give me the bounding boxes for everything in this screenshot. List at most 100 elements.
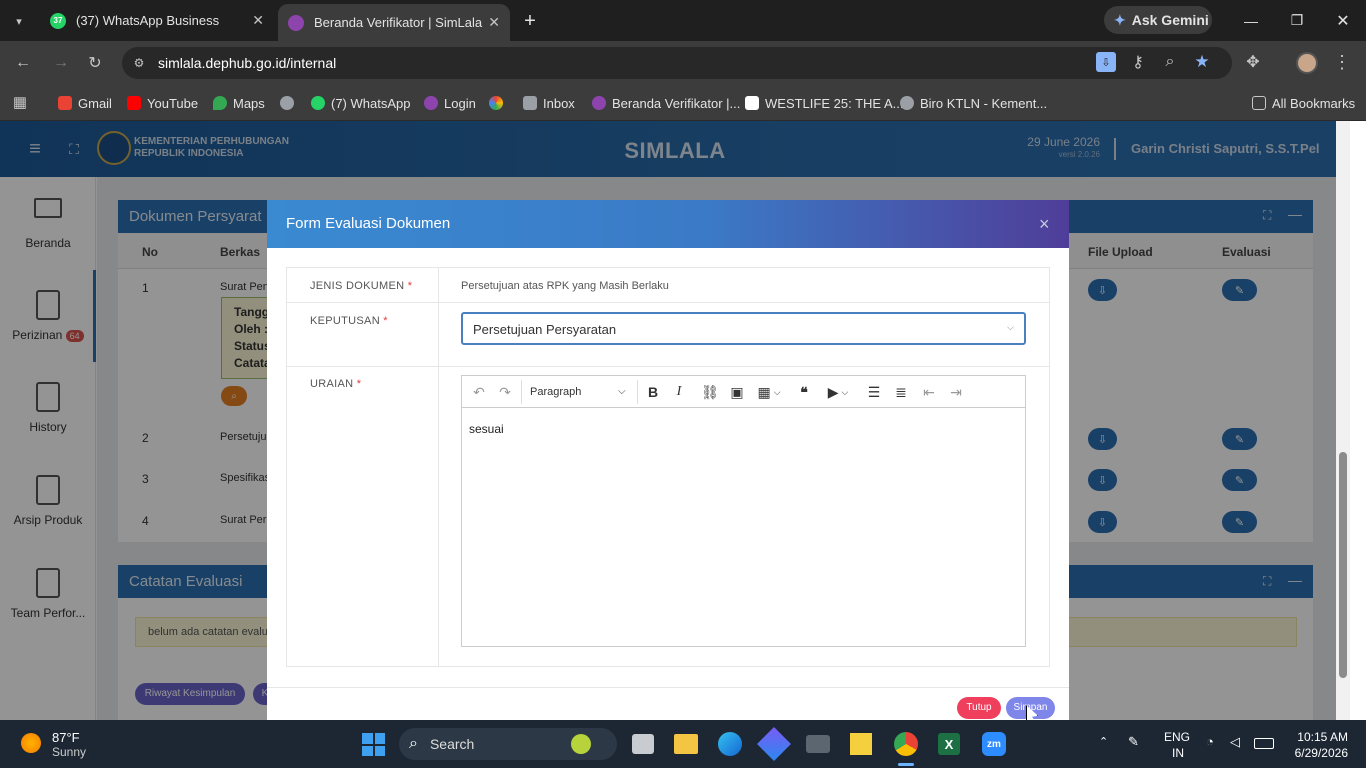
url-text[interactable]: simlala.dephub.go.id/internal [158, 55, 336, 71]
restore-icon[interactable]: ❐ [1274, 0, 1320, 41]
chrome-icon[interactable] [894, 732, 918, 756]
excel-icon[interactable]: X [938, 733, 960, 755]
volume-icon[interactable]: ◁ [1230, 734, 1240, 750]
edge-icon[interactable] [718, 732, 742, 756]
blockquote-icon[interactable]: ❝ [795, 382, 813, 402]
clock-time[interactable]: 10:15 AM [1290, 730, 1348, 744]
insert-image-icon[interactable]: ▣ [728, 382, 746, 402]
profile-avatar[interactable] [1296, 52, 1318, 74]
whatsapp-icon: 37 [50, 12, 66, 29]
indent-icon[interactable]: ⇥ [947, 382, 965, 402]
link-icon[interactable]: ⛓ [701, 382, 719, 402]
tutup-button[interactable]: Tutup [957, 697, 1001, 719]
inbox-icon [523, 96, 537, 110]
tab-search-icon[interactable]: ▾ [8, 10, 30, 32]
weather-temp[interactable]: 87°F [52, 730, 80, 745]
task-view-icon[interactable] [632, 734, 654, 754]
numbered-list-icon[interactable]: ≣ [892, 382, 910, 402]
pinwheel-icon [489, 96, 503, 110]
extensions-icon[interactable]: ✥ [1243, 52, 1263, 72]
bookmark-biro-ktln[interactable]: Biro KTLN - Kement... [900, 92, 1047, 114]
bookmark-label: YouTube [147, 95, 199, 111]
login-icon [424, 96, 438, 110]
close-tab-icon[interactable]: ✕ [252, 12, 264, 29]
gemini-icon: ✦ [1114, 11, 1126, 28]
outdent-icon[interactable]: ⇤ [920, 382, 938, 402]
paragraph-format-dropdown[interactable]: Paragraph ⌵ [530, 382, 630, 402]
editor-text[interactable]: sesuai [469, 422, 504, 436]
undo-icon[interactable]: ↶ [470, 382, 488, 402]
modal-header: Form Evaluasi Dokumen × [267, 200, 1069, 248]
search-icon: ⌕ [409, 735, 418, 752]
bold-icon[interactable]: B [644, 382, 662, 402]
menu-kebab-icon[interactable]: ⋮ [1332, 52, 1352, 72]
password-key-icon[interactable]: ⚷ [1128, 52, 1148, 72]
row-divider [286, 302, 1050, 303]
bookmark-whatsapp[interactable]: (7) WhatsApp [311, 92, 410, 114]
bookmark-gmail[interactable]: Gmail [58, 92, 112, 114]
minimize-icon[interactable]: — [1228, 0, 1274, 41]
tab-title: Beranda Verifikator | SimLala [314, 15, 483, 30]
reload-icon[interactable]: ↻ [84, 52, 106, 74]
wifi-icon[interactable]: ◔ [1206, 734, 1214, 749]
scrollbar-thumb[interactable] [1339, 452, 1347, 678]
zoom-app-icon[interactable]: zm [982, 732, 1006, 756]
site-info-icon[interactable]: ⚙ [130, 54, 148, 72]
close-window-icon[interactable]: ✕ [1320, 0, 1366, 41]
language-eng[interactable]: ENG [1164, 730, 1190, 744]
bookmark-youtube[interactable]: YouTube [127, 92, 198, 114]
tab-simlala[interactable]: Beranda Verifikator | SimLala ✕ [278, 4, 510, 41]
zoom-icon[interactable]: ⌕ [1160, 52, 1180, 72]
battery-icon[interactable] [1254, 738, 1274, 749]
camera-icon[interactable] [806, 735, 830, 753]
keputusan-selected: Persetujuan Persyaratan [473, 322, 617, 337]
redo-icon[interactable]: ↷ [496, 382, 514, 402]
sun-icon[interactable] [21, 733, 41, 753]
forward-icon[interactable]: → [50, 52, 72, 74]
weather-desc[interactable]: Sunny [52, 745, 86, 759]
jenis-dokumen-label: JENIS DOKUMEN * [310, 280, 413, 292]
bookmark-label: Maps [233, 95, 265, 111]
bookmark-label: Gmail [78, 95, 112, 111]
install-app-icon[interactable]: ⇩ [1096, 52, 1116, 72]
language-in[interactable]: IN [1172, 746, 1184, 760]
close-icon[interactable]: × [1039, 214, 1050, 235]
file-explorer-icon[interactable] [674, 734, 698, 754]
media-embed-icon[interactable]: ▶ ⌵ [822, 382, 854, 402]
clock-date[interactable]: 6/29/2026 [1282, 746, 1348, 760]
table-icon[interactable]: ▦ ⌵ [755, 382, 783, 402]
sticky-notes-icon[interactable] [850, 733, 872, 755]
bookmark-inbox[interactable]: Inbox [523, 92, 575, 114]
windows-start-icon[interactable] [362, 733, 385, 756]
all-bookmarks[interactable]: All Bookmarks [1252, 92, 1355, 114]
modal-title: Form Evaluasi Dokumen [286, 215, 451, 232]
bookmark-beranda[interactable]: Beranda Verifikator |... [592, 92, 740, 114]
rich-text-editor: ↶ ↷ Paragraph ⌵ B I ⛓ ▣ ▦ ⌵ ❝ ▶ ⌵ ☰ ≣ ⇤ ⇥ s… [461, 375, 1026, 647]
simlala-favicon-icon [592, 96, 606, 110]
modal-footer-divider [267, 687, 1069, 688]
taskbar-search[interactable]: ⌕ Search [399, 728, 617, 760]
evaluation-modal: Form Evaluasi Dokumen × JENIS DOKUMEN * … [267, 200, 1069, 720]
bookmark-globe[interactable] [280, 92, 300, 114]
globe-icon [280, 96, 294, 110]
italic-icon[interactable]: I [670, 382, 688, 402]
ask-gemini-button[interactable]: ✦ Ask Gemini [1104, 6, 1212, 34]
pen-icon[interactable]: ✎ [1128, 734, 1139, 750]
bookmark-westlife[interactable]: WESTLIFE 25: THE A... [745, 92, 903, 114]
toolbar-separator [521, 380, 522, 404]
new-tab-button[interactable]: + [518, 9, 542, 33]
back-icon[interactable]: ← [12, 52, 34, 74]
bookmark-photos[interactable] [489, 92, 509, 114]
apps-grid-icon[interactable]: ▦ [10, 92, 30, 112]
bookmark-maps[interactable]: Maps [213, 92, 265, 114]
tab-whatsapp[interactable]: 37 (37) WhatsApp Business ✕ [38, 0, 274, 41]
bookmark-label: (7) WhatsApp [331, 95, 411, 111]
show-hidden-icons-icon[interactable]: ⌃ [1099, 735, 1108, 748]
close-tab-icon[interactable]: ✕ [488, 14, 500, 31]
bulleted-list-icon[interactable]: ☰ [865, 382, 883, 402]
bookmark-login[interactable]: Login [424, 92, 476, 114]
keputusan-select[interactable]: Persetujuan Persyaratan [461, 312, 1026, 345]
bookmark-star-icon[interactable]: ★ [1192, 52, 1212, 72]
editor-content-area[interactable] [462, 408, 1025, 646]
chevron-down-icon: ⌵ [1007, 322, 1014, 332]
